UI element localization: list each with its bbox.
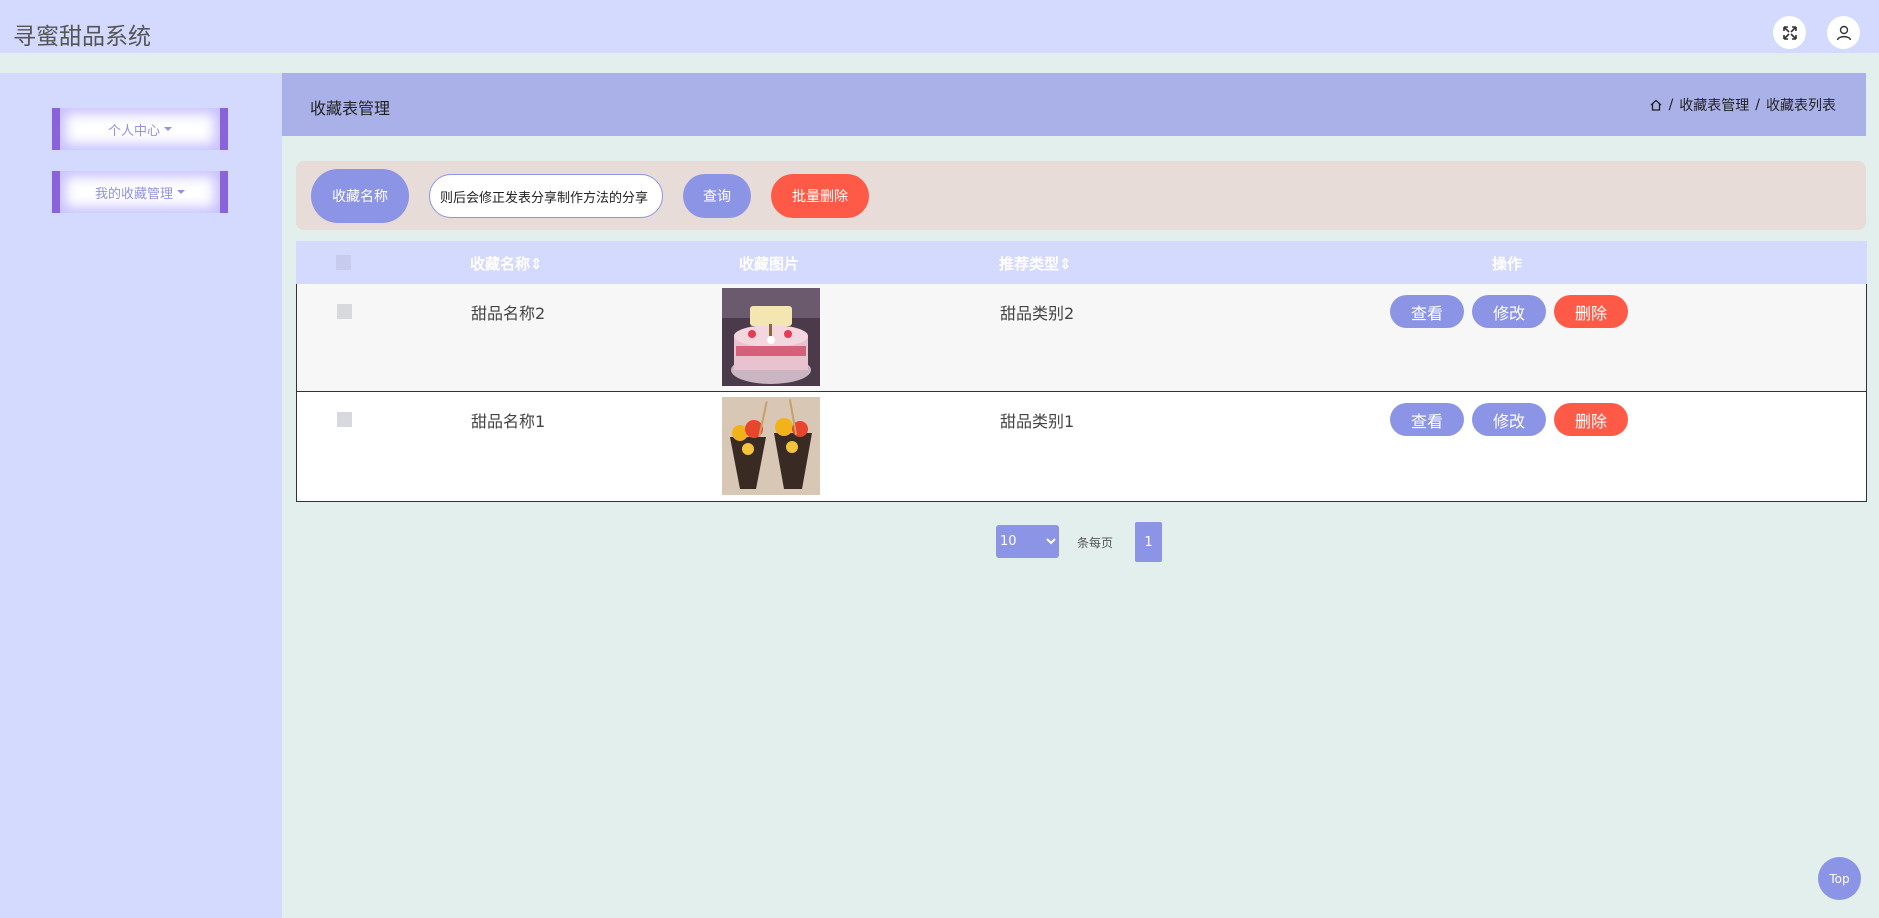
- fruit-parfait-photo: [722, 397, 820, 495]
- caret-down-icon: [164, 127, 172, 131]
- delete-button[interactable]: 删除: [1554, 403, 1628, 436]
- table-row: 甜品名称1 甜品类别1 查看 修改 删除: [296, 392, 1867, 502]
- edit-button[interactable]: 修改: [1472, 295, 1546, 328]
- page-size-select[interactable]: 10: [996, 525, 1059, 558]
- recommend-type: 甜品类别1: [1000, 412, 1075, 431]
- batch-delete-button[interactable]: 批量删除: [771, 174, 869, 218]
- top-header: 寻蜜甜品系统: [0, 0, 1879, 63]
- select-all-checkbox[interactable]: [336, 255, 351, 270]
- edit-button[interactable]: 修改: [1472, 403, 1546, 436]
- column-header-type[interactable]: 推荐类型⇕: [999, 253, 1072, 274]
- back-to-top-button[interactable]: Top: [1818, 857, 1861, 900]
- search-label: 收藏名称: [311, 169, 409, 223]
- sidebar-item-label: 我的收藏管理: [94, 186, 173, 202]
- search-bar: 收藏名称 查询 批量删除: [296, 161, 1866, 230]
- sort-icon: ⇕: [530, 255, 543, 273]
- sidebar: 个人中心 我的收藏管理: [0, 73, 282, 918]
- search-input[interactable]: [429, 174, 663, 218]
- column-header-image: 收藏图片: [739, 255, 800, 273]
- app-title: 寻蜜甜品系统: [13, 24, 151, 50]
- page-title: 收藏表管理: [310, 99, 391, 118]
- table-header: 收藏名称⇕ 收藏图片 推荐类型⇕ 操作: [296, 241, 1867, 284]
- user-icon: [1836, 25, 1851, 40]
- sidebar-item-personal-center[interactable]: 个人中心: [52, 108, 228, 150]
- caret-down-icon: [177, 190, 185, 194]
- favorite-name: 甜品名称2: [471, 304, 546, 323]
- favorite-name: 甜品名称1: [471, 412, 546, 431]
- row-checkbox[interactable]: [337, 412, 352, 427]
- query-button[interactable]: 查询: [683, 174, 751, 218]
- column-header-actions: 操作: [1492, 255, 1523, 273]
- recommend-type: 甜品类别2: [1000, 304, 1075, 323]
- breadcrumb-separator: /: [1755, 97, 1760, 113]
- sort-icon: ⇕: [1059, 255, 1072, 273]
- table-row: 甜品名称2 甜品类别2 查看 修改 删除: [296, 284, 1867, 392]
- breadcrumb: / 收藏表管理 / 收藏表列表: [1649, 95, 1836, 115]
- favorites-table: 收藏名称⇕ 收藏图片 推荐类型⇕ 操作 甜品名称2 甜品类别2 查看 修改 删除…: [296, 241, 1867, 502]
- delete-button[interactable]: 删除: [1554, 295, 1628, 328]
- fullscreen-button[interactable]: [1773, 16, 1806, 49]
- page-number-button[interactable]: 1: [1135, 522, 1162, 562]
- page-header: 收藏表管理 / 收藏表管理 / 收藏表列表: [282, 73, 1866, 136]
- breadcrumb-item: 收藏表列表: [1766, 98, 1836, 114]
- sidebar-item-label: 个人中心: [107, 123, 160, 139]
- home-icon[interactable]: [1649, 98, 1663, 112]
- expand-icon: [1782, 25, 1797, 40]
- cake-photo: [722, 288, 820, 386]
- view-button[interactable]: 查看: [1390, 295, 1464, 328]
- view-button[interactable]: 查看: [1390, 403, 1464, 436]
- breadcrumb-separator: /: [1668, 97, 1674, 113]
- sidebar-item-my-favorites[interactable]: 我的收藏管理: [52, 171, 228, 213]
- row-checkbox[interactable]: [337, 304, 352, 319]
- user-menu-button[interactable]: [1827, 16, 1860, 49]
- column-header-name[interactable]: 收藏名称⇕: [470, 253, 543, 274]
- breadcrumb-item[interactable]: 收藏表管理: [1679, 95, 1749, 115]
- per-page-label: 条每页: [1077, 536, 1114, 550]
